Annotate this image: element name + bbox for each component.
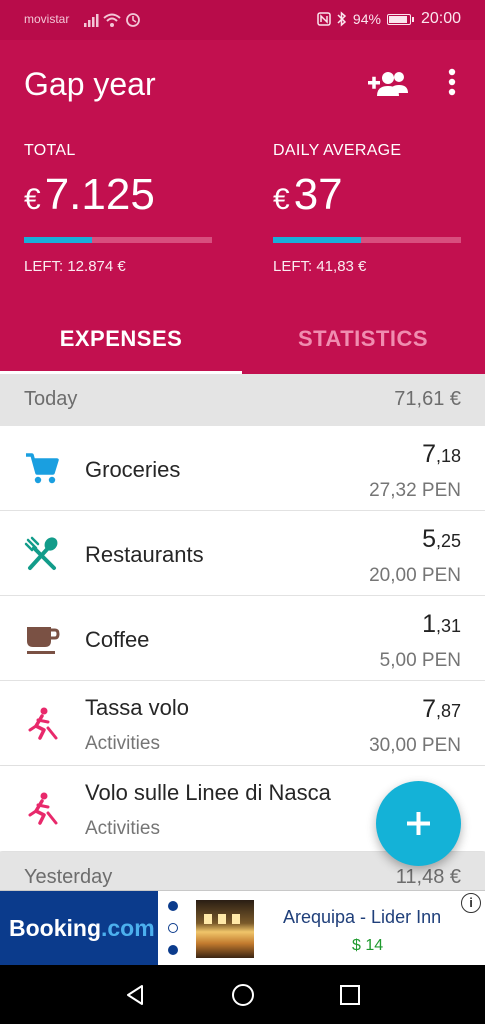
amount-decimal: ,25 <box>435 531 461 551</box>
total-label: TOTAL <box>24 142 76 159</box>
tab-statistics[interactable]: STATISTICS <box>242 304 484 374</box>
amount-decimal: ,87 <box>435 701 461 721</box>
expense-name: Coffee <box>85 627 150 652</box>
daily-average-amount: 37 <box>293 170 343 219</box>
amount-integer: 7 <box>422 440 436 468</box>
expense-row-coffee[interactable]: Coffee 1,31 5,00 PEN <box>0 596 485 681</box>
expense-original-amount: 5,00 PEN <box>379 650 461 671</box>
daily-average-progress-bar <box>273 237 461 243</box>
expense-name: Restaurants <box>85 542 204 567</box>
expense-original-amount: 30,00 PEN <box>369 735 461 756</box>
group-label: Yesterday <box>24 866 113 888</box>
total-left-label: LEFT: 12.874 € <box>24 258 126 275</box>
expense-name: Tassa volo <box>85 695 189 720</box>
amount-decimal: ,18 <box>435 446 461 466</box>
ad-banner[interactable]: Booking.com Arequipa - Lider Inn $ 14 i <box>0 890 485 967</box>
daily-average-left-label: LEFT: 41,83 € <box>273 258 367 275</box>
plus-icon <box>407 812 430 835</box>
tab-bar: EXPENSES STATISTICS <box>0 304 485 374</box>
back-icon[interactable] <box>124 983 146 1007</box>
carousel-dot <box>168 901 178 911</box>
home-icon[interactable] <box>231 983 255 1007</box>
add-person-icon[interactable] <box>366 68 408 100</box>
activity-skate-icon <box>28 792 58 825</box>
total-currency: € <box>24 183 41 216</box>
group-header-today: Today 71,61 € <box>0 374 485 426</box>
daily-average-currency: € <box>273 183 290 216</box>
ad-info-icon[interactable]: i <box>461 893 481 913</box>
expense-category: Activities <box>85 733 160 754</box>
signal-wifi-icons <box>84 13 140 27</box>
booking-logo: Booking.com <box>0 891 158 966</box>
group-label: Today <box>24 388 78 410</box>
total-amount: 7.125 <box>44 170 155 219</box>
expense-original-amount: 20,00 PEN <box>369 565 461 586</box>
expense-category: Activities <box>85 818 160 839</box>
carousel-dot <box>168 945 178 955</box>
carousel-dot <box>168 923 178 933</box>
page-title: Gap year <box>24 66 156 102</box>
tab-expenses[interactable]: EXPENSES <box>0 304 242 374</box>
ad-hotel-name: Arequipa - Lider Inn <box>283 907 442 927</box>
utensils-icon <box>24 536 58 570</box>
amount-integer: 1 <box>422 610 436 638</box>
nfc-icon <box>317 12 331 26</box>
battery-percent: 94% <box>352 11 381 27</box>
more-vert-icon[interactable] <box>440 68 464 100</box>
expense-name: Volo sulle Linee di Nasca <box>85 780 331 805</box>
ad-carousel-dots <box>168 901 180 967</box>
expense-row-restaurants[interactable]: Restaurants 5,25 20,00 PEN <box>0 511 485 596</box>
clock: 20:00 <box>420 10 461 27</box>
status-right: 94% 20:00 <box>317 10 461 28</box>
status-bar: movistar 94% 20:00 <box>0 0 485 40</box>
expense-original-amount: 27,32 PEN <box>369 480 461 501</box>
amount-integer: 7 <box>422 695 436 723</box>
expense-amount: 7,87 <box>422 695 461 724</box>
activity-skate-icon <box>28 707 58 740</box>
hotel-photo <box>196 900 254 958</box>
daily-average-progress-fill <box>273 237 362 243</box>
amount-decimal: ,31 <box>435 616 461 636</box>
recents-icon[interactable] <box>339 983 361 1007</box>
ad-price: $ 14 <box>352 937 384 954</box>
trip-header: Gap year TOTAL €7.125 LEFT: 12.874 € DAI… <box>0 40 485 374</box>
total-progress-fill <box>24 237 92 243</box>
add-expense-fab[interactable] <box>376 781 461 866</box>
group-total: 11,48 € <box>395 866 461 888</box>
cart-icon <box>26 453 59 484</box>
total-value: €7.125 <box>24 170 155 220</box>
system-nav-bar <box>0 965 485 1024</box>
total-progress-bar <box>24 237 212 243</box>
expense-amount: 5,25 <box>422 525 461 554</box>
expense-amount: 7,18 <box>422 440 461 469</box>
expense-name: Groceries <box>85 457 181 482</box>
expense-amount: 1,31 <box>422 610 461 639</box>
daily-average-label: DAILY AVERAGE <box>273 142 402 159</box>
daily-average-value: €37 <box>273 170 343 220</box>
bluetooth-icon <box>337 11 347 27</box>
expense-row-groceries[interactable]: Groceries 7,18 27,32 PEN <box>0 426 485 511</box>
battery-icon <box>386 13 414 25</box>
coffee-cup-icon <box>27 627 60 654</box>
carrier-label: movistar <box>24 12 70 26</box>
group-total: 71,61 € <box>394 388 461 410</box>
amount-integer: 5 <box>422 525 436 553</box>
expense-row-tassa-volo[interactable]: Tassa volo Activities 7,87 30,00 PEN <box>0 681 485 766</box>
